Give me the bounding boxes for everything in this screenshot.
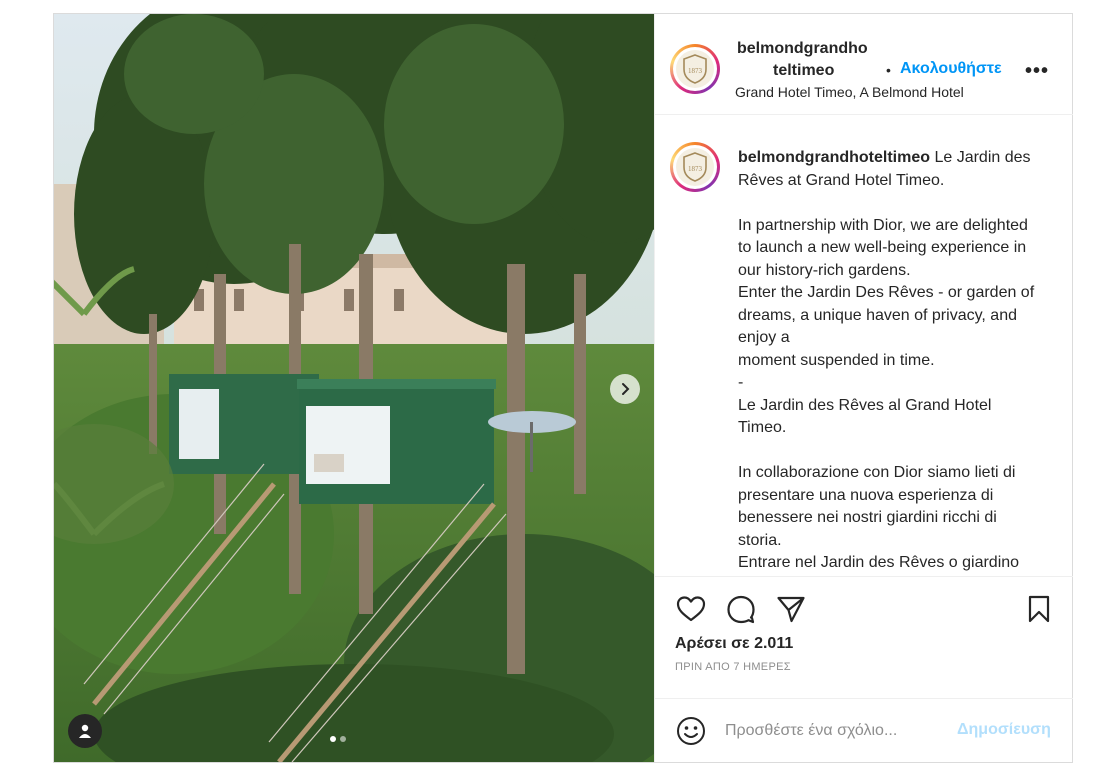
username-line-1[interactable]: belmondgrandho [737, 38, 868, 60]
post-image[interactable] [54, 14, 654, 762]
tagged-users-button[interactable] [68, 714, 102, 748]
avatar-ring: 1873 [673, 47, 717, 91]
hotel-logo-icon: 1873 [676, 148, 714, 186]
carousel-dot [340, 736, 346, 742]
likes-count[interactable]: Αρέσει σε 2.011 [675, 635, 793, 653]
paper-plane-icon[interactable] [775, 593, 807, 625]
separator-dot: • [886, 62, 891, 78]
chevron-right-icon [618, 382, 632, 396]
svg-text:1873: 1873 [688, 165, 703, 173]
user-icon [77, 723, 93, 739]
username-line-2[interactable]: teltimeo [773, 60, 834, 82]
smiley-icon[interactable] [675, 715, 707, 747]
avatar-ring: 1873 [673, 145, 717, 189]
more-options-icon[interactable]: ••• [1025, 60, 1049, 83]
location-link[interactable]: Grand Hotel Timeo, A Belmond Hotel [735, 84, 964, 100]
carousel-dot-active [330, 736, 336, 742]
svg-text:1873: 1873 [688, 67, 703, 75]
carousel-indicator [330, 736, 346, 742]
avatar[interactable]: 1873 [670, 44, 720, 94]
caption-username[interactable]: belmondgrandhoteltimeo [738, 149, 930, 166]
comment-input[interactable] [725, 719, 975, 743]
garden-photo [54, 14, 654, 762]
post-side-panel: 1873 belmondgrandho teltimeo • Ακολουθήσ… [654, 14, 1073, 762]
instagram-post: 1873 belmondgrandho teltimeo • Ακολουθήσ… [53, 13, 1073, 763]
caption-body: Le Jardin des Rêves at Grand Hotel Timeo… [738, 149, 1035, 571]
carousel-next-button[interactable] [610, 374, 640, 404]
bookmark-icon[interactable] [1023, 593, 1055, 625]
comment-icon[interactable] [725, 593, 757, 625]
action-bar: Αρέσει σε 2.011 ΠΡΙΝ ΑΠΟ 7 ΗΜΕΡΕΣ [655, 576, 1073, 699]
post-comment-button[interactable]: Δημοσίευση [957, 721, 1051, 739]
caption-avatar[interactable]: 1873 [670, 142, 720, 192]
comment-box: Δημοσίευση [655, 698, 1073, 763]
caption-text: belmondgrandhoteltimeo Le Jardin des Rêv… [738, 147, 1043, 574]
heart-icon[interactable] [675, 593, 707, 625]
follow-button[interactable]: Ακολουθήστε [900, 60, 1002, 78]
hotel-logo-icon: 1873 [676, 50, 714, 88]
caption-section: 1873 belmondgrandhoteltimeo Le Jardin de… [655, 114, 1073, 574]
post-header: 1873 belmondgrandho teltimeo • Ακολουθήσ… [655, 14, 1073, 115]
post-timestamp[interactable]: ΠΡΙΝ ΑΠΟ 7 ΗΜΕΡΕΣ [675, 661, 791, 673]
